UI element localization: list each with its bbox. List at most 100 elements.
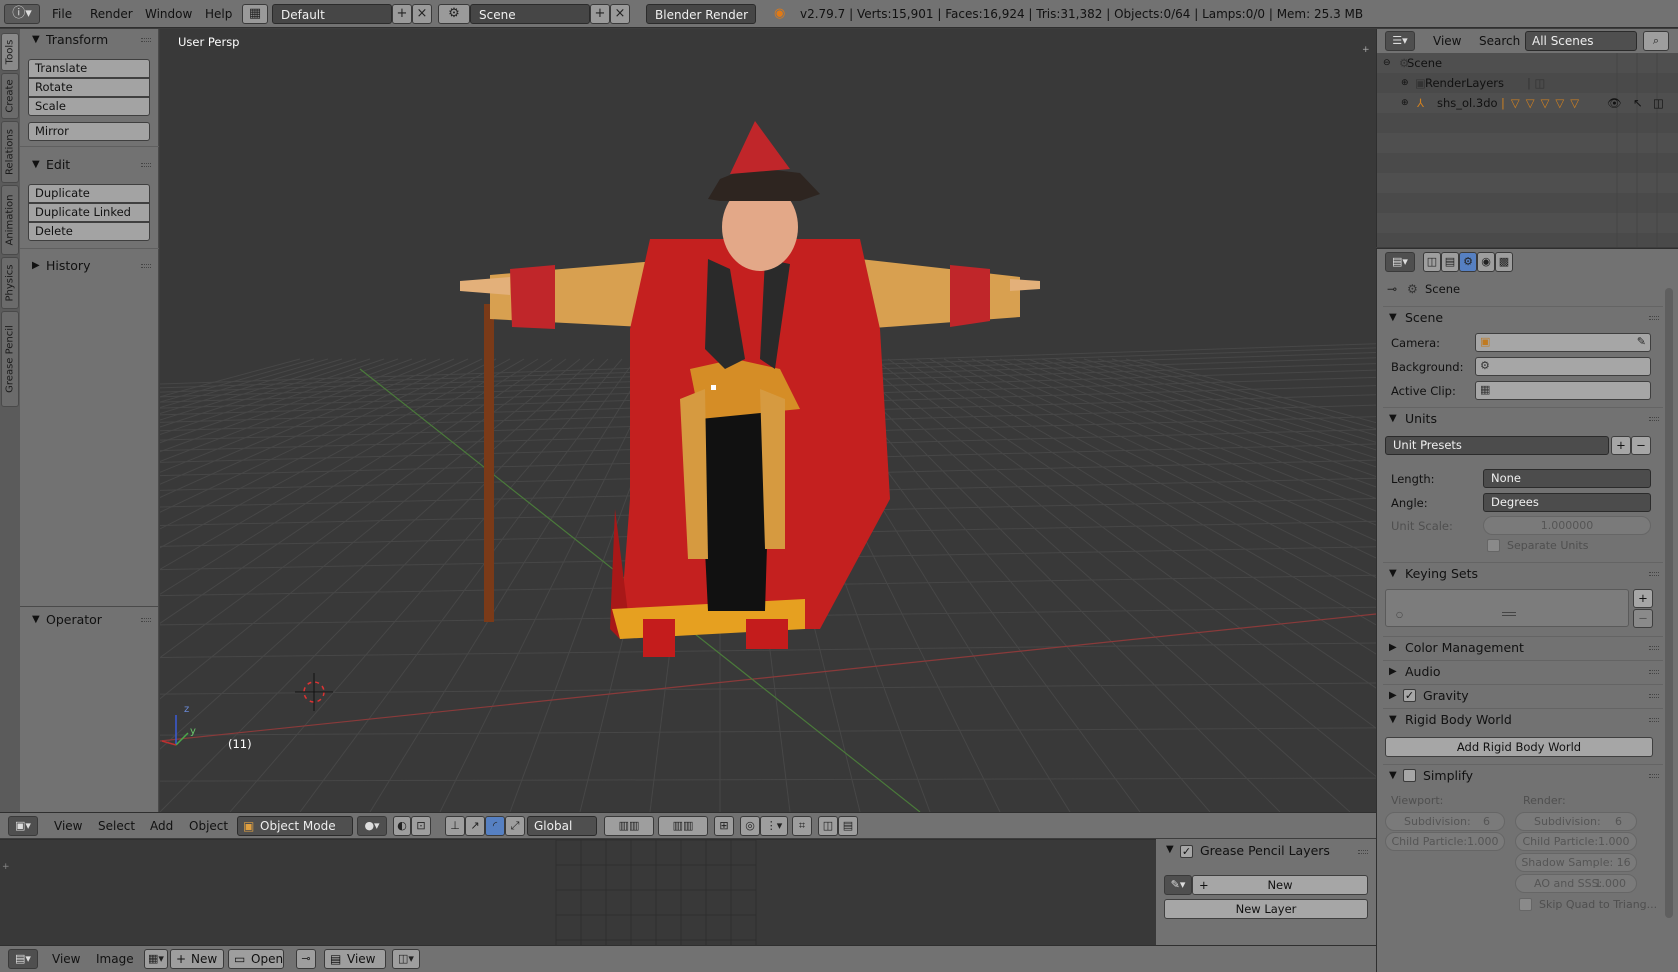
render-tab-icon[interactable]: ◫ bbox=[1423, 252, 1441, 272]
outliner-row-object[interactable]: ⊕ ⅄ shs_ol.3do |▽▽▽▽▽ 👁 ↖ ◫ bbox=[1377, 93, 1678, 113]
menu-object[interactable]: Object bbox=[189, 816, 228, 836]
3d-viewport[interactable]: User Persp z y (11) + bbox=[160, 29, 1376, 812]
render-shadow-sample-field[interactable]: Shadow Sample: 16 bbox=[1515, 853, 1637, 872]
panel-simplify-header[interactable]: ▼ Simplify bbox=[1383, 765, 1661, 787]
collapse-icon[interactable]: ⊖ bbox=[1383, 53, 1391, 73]
menu-view[interactable]: View bbox=[52, 949, 80, 969]
menu-add[interactable]: Add bbox=[150, 816, 173, 836]
list-grip-icon[interactable] bbox=[1502, 612, 1516, 616]
search-icon[interactable]: ⌕ bbox=[1643, 31, 1669, 51]
menu-window[interactable]: Window bbox=[145, 4, 192, 24]
drag-grip-icon[interactable] bbox=[1649, 572, 1659, 576]
drag-grip-icon[interactable] bbox=[1649, 646, 1659, 650]
scene-icon[interactable]: ⚙ bbox=[438, 4, 470, 24]
drag-grip-icon[interactable] bbox=[1649, 316, 1659, 320]
render-anim-icon[interactable]: ▤ bbox=[838, 816, 858, 836]
editor-type-properties-button[interactable]: ▤▾ bbox=[1385, 252, 1415, 272]
panel-history-header[interactable]: ▶ History bbox=[20, 255, 159, 277]
render-slot-icon[interactable]: ◫▾ bbox=[392, 949, 420, 969]
toggle-properties-plus-icon[interactable]: + bbox=[1362, 45, 1372, 55]
pin-icon[interactable]: ⊸ bbox=[1387, 282, 1397, 296]
panel-edit-header[interactable]: ▼ Edit bbox=[20, 154, 159, 176]
snap-icon[interactable]: ⌗ bbox=[792, 816, 812, 836]
pivot-icon[interactable]: ◐ bbox=[393, 816, 411, 836]
world-tab-icon[interactable]: ◉ bbox=[1477, 252, 1495, 272]
translate-button[interactable]: Translate bbox=[28, 59, 150, 78]
view-mode-select[interactable]: ▤ View bbox=[324, 949, 386, 969]
display-mode-select[interactable]: All Scenes bbox=[1525, 31, 1637, 51]
camera-field[interactable]: ▣ ✎ bbox=[1475, 333, 1651, 352]
scene-tab-icon[interactable]: ⚙ bbox=[1459, 252, 1477, 272]
new-layer-button[interactable]: New Layer bbox=[1164, 899, 1368, 919]
properties-editor[interactable]: ⊸ ⚙ Scene ▼ Scene Camera: ▣ ✎ Background… bbox=[1376, 274, 1678, 972]
unit-presets-select[interactable]: Unit Presets bbox=[1385, 436, 1609, 455]
tab-animation[interactable]: Animation bbox=[1, 185, 19, 255]
remove-scene-button[interactable]: × bbox=[610, 4, 630, 24]
drag-grip-icon[interactable] bbox=[1649, 718, 1659, 722]
character-model[interactable] bbox=[460, 121, 1040, 657]
outliner-row-renderlayers[interactable]: ⊕ ▣ RenderLayers | ◫ bbox=[1377, 73, 1678, 93]
image-browse-icon[interactable]: ▦▾ bbox=[144, 949, 168, 969]
open-image-button[interactable]: ▭ Open bbox=[228, 949, 284, 969]
add-preset-button[interactable]: + bbox=[1611, 436, 1631, 455]
layout-icon[interactable]: ▦ bbox=[242, 4, 268, 24]
separate-units-checkbox[interactable] bbox=[1487, 539, 1500, 552]
add-rigid-body-world-button[interactable]: Add Rigid Body World bbox=[1385, 737, 1653, 757]
menu-view[interactable]: View bbox=[54, 816, 82, 836]
outliner[interactable]: ⊖ ⚙ Scene ⊕ ▣ RenderLayers | ◫ ⊕ ⅄ shs_o… bbox=[1376, 53, 1678, 247]
panel-operator-header[interactable]: ▼ Operator bbox=[20, 609, 159, 631]
scene-select[interactable]: Scene bbox=[470, 4, 590, 24]
viewport-child-particle-field[interactable]: Child Particle:1.000 bbox=[1385, 832, 1505, 851]
editor-type-3d-button[interactable]: ▣▾ bbox=[8, 816, 38, 836]
drag-grip-icon[interactable] bbox=[1649, 417, 1659, 421]
tab-relations[interactable]: Relations bbox=[1, 121, 19, 183]
tab-tools[interactable]: Tools bbox=[1, 33, 19, 71]
add-keying-set-button[interactable]: + bbox=[1633, 589, 1653, 608]
mirror-button[interactable]: Mirror bbox=[28, 122, 150, 141]
manipulator-icon[interactable]: ⊥ bbox=[445, 816, 465, 836]
new-image-button[interactable]: + New bbox=[170, 949, 224, 969]
layers-group-2-icon[interactable]: ▥▥ bbox=[658, 816, 708, 836]
list-resize-icon[interactable]: ○ bbox=[1396, 610, 1403, 619]
keying-sets-list[interactable]: ○ bbox=[1385, 589, 1629, 627]
duplicate-linked-button[interactable]: Duplicate Linked bbox=[28, 203, 150, 222]
scale-button[interactable]: Scale bbox=[28, 97, 150, 116]
outliner-row-scene[interactable]: ⊖ ⚙ Scene bbox=[1377, 53, 1678, 73]
tool-region-toggle-icon[interactable]: + bbox=[2, 862, 10, 872]
expand-icon[interactable]: ⊕ bbox=[1401, 93, 1409, 113]
panel-gravity-header[interactable]: ▶ ✓ Gravity bbox=[1383, 685, 1661, 707]
grease-pencil-checkbox[interactable]: ✓ bbox=[1180, 845, 1193, 858]
proportional-edit-icon[interactable]: ◎ bbox=[740, 816, 760, 836]
length-select[interactable]: None bbox=[1483, 469, 1651, 488]
panel-keying-sets-header[interactable]: ▼ Keying Sets bbox=[1383, 563, 1661, 585]
cursor-select-icon[interactable]: ↖ bbox=[1633, 93, 1643, 113]
eyedropper-icon[interactable]: ✎ bbox=[1637, 335, 1646, 348]
layers-group-1-icon[interactable]: ▥▥ bbox=[604, 816, 654, 836]
object-mode-select[interactable]: ▣ Object Mode bbox=[237, 816, 353, 836]
panel-scene-header[interactable]: ▼ Scene bbox=[1383, 307, 1661, 329]
panel-transform-header[interactable]: ▼ Transform bbox=[20, 29, 159, 51]
new-grease-pencil-button[interactable]: + New bbox=[1192, 875, 1368, 895]
scale-manip-icon[interactable]: ⤢ bbox=[505, 816, 525, 836]
layout-select[interactable]: Default bbox=[272, 4, 392, 24]
drag-grip-icon[interactable] bbox=[1649, 694, 1659, 698]
properties-scrollbar[interactable] bbox=[1665, 288, 1673, 918]
menu-search[interactable]: Search bbox=[1479, 31, 1520, 51]
viewport-subdivision-field[interactable]: Subdivision: 6 bbox=[1385, 812, 1505, 831]
panel-units-header[interactable]: ▼ Units bbox=[1383, 408, 1661, 430]
remove-layout-button[interactable]: × bbox=[412, 4, 432, 24]
render-layers-tab-icon[interactable]: ▤ bbox=[1441, 252, 1459, 272]
render-subdivision-field[interactable]: Subdivision: 6 bbox=[1515, 812, 1637, 831]
drag-grip-icon[interactable] bbox=[141, 38, 151, 42]
menu-select[interactable]: Select bbox=[98, 816, 135, 836]
duplicate-button[interactable]: Duplicate bbox=[28, 184, 150, 203]
editor-type-outliner-button[interactable]: ☰▾ bbox=[1385, 31, 1415, 51]
render-ao-sss-field[interactable]: AO and SSS: 1.000 bbox=[1515, 874, 1637, 893]
editor-type-info-button[interactable]: ⓘ▾ bbox=[4, 4, 40, 24]
rotate-button[interactable]: Rotate bbox=[28, 78, 150, 97]
menu-file[interactable]: File bbox=[52, 4, 72, 24]
menu-help[interactable]: Help bbox=[205, 4, 232, 24]
menu-view[interactable]: View bbox=[1433, 31, 1461, 51]
menu-image[interactable]: Image bbox=[96, 949, 134, 969]
drag-grip-icon[interactable] bbox=[1649, 670, 1659, 674]
